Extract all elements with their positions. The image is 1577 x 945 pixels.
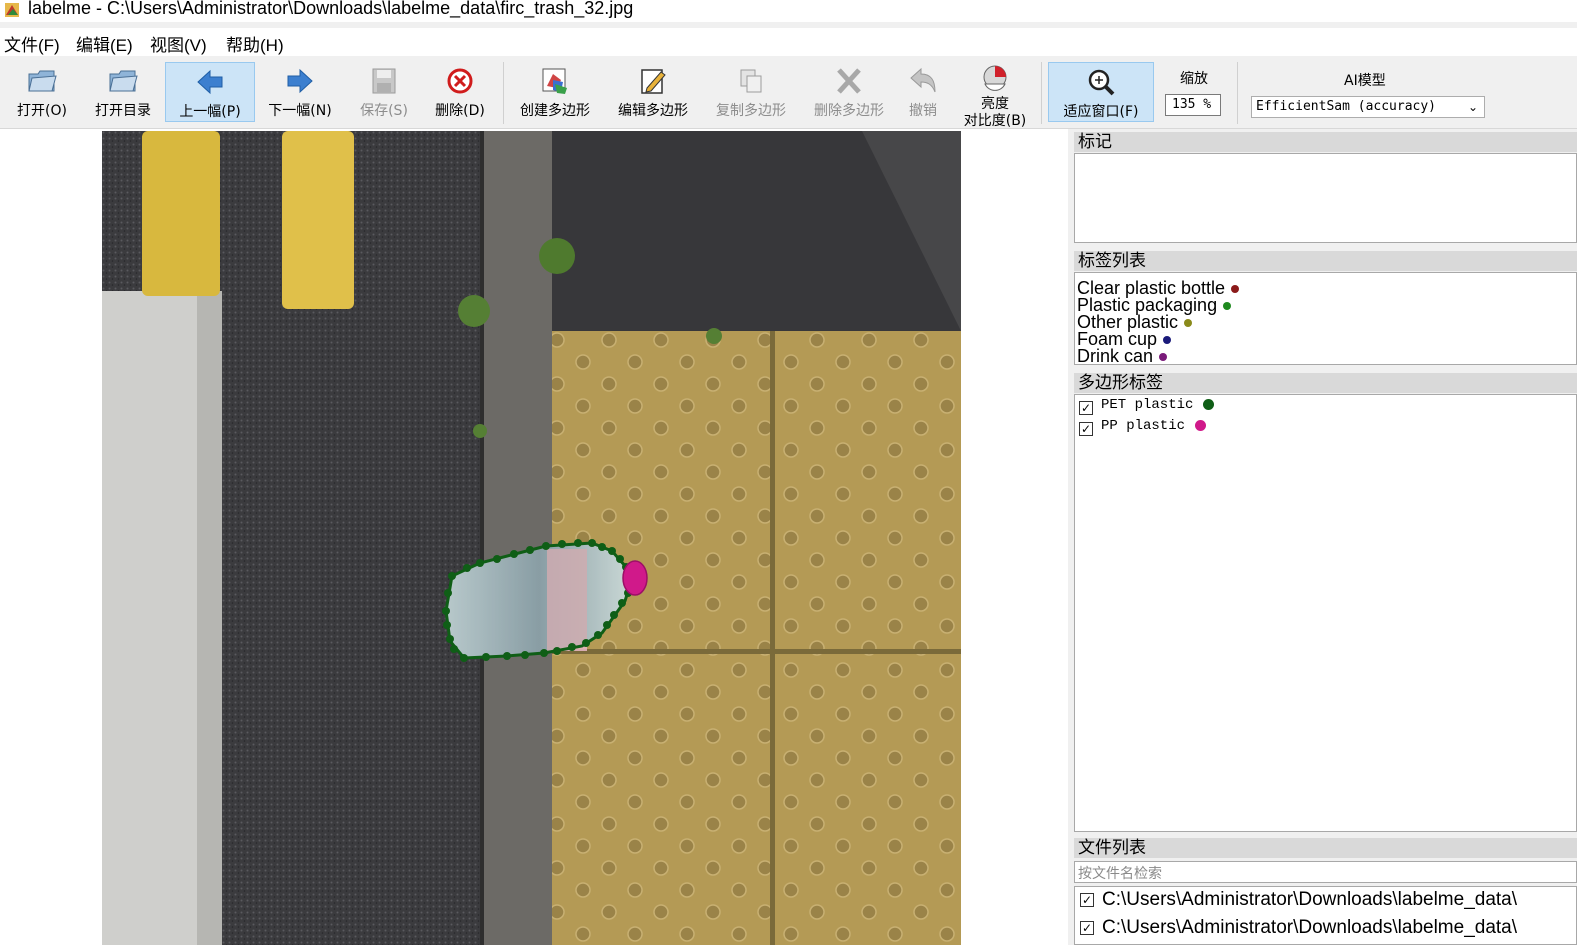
labelme-app-icon [5,3,19,17]
menu-edit[interactable]: 编辑(E) [76,31,133,56]
polygon-label-name: PP plastic [1101,418,1186,434]
menu-view[interactable]: 视图(V) [150,31,207,56]
file-checkbox[interactable]: ✓ [1080,893,1094,907]
arrow-left-icon [197,69,223,95]
ai-model-value: EfficientSam (accuracy) [1256,99,1437,114]
zoom-fit-icon [1088,69,1115,96]
edit-polygon-label: 编辑多边形 [618,103,688,119]
copy-icon [740,69,762,93]
title-bar: labelme - C:\Users\Administrator\Downloa… [0,0,1577,22]
file-list-panel-title: 文件列表 [1074,838,1577,858]
ai-model-select[interactable]: EfficientSam (accuracy) ⌄ [1251,96,1485,118]
file-path: C:\Users\Administrator\Downloads\labelme… [1102,889,1518,910]
photo-rendering [102,131,961,945]
edit-polygon-button[interactable]: 编辑多边形 [610,62,696,122]
delete-x-icon [837,68,861,94]
open-dir-button[interactable]: 打开目录 [88,62,158,122]
file-path: C:\Users\Administrator\Downloads\labelme… [1102,917,1518,938]
file-search-input[interactable]: 按文件名检索 [1074,861,1577,883]
undo-label: 撤销 [909,103,937,119]
fit-window-button[interactable]: 适应窗口(F) [1048,62,1154,122]
polygon-visible-checkbox[interactable]: ✓ [1079,422,1093,436]
zoom-label: 缩放 [1180,71,1208,87]
delete-polygon-button[interactable]: 删除多边形 [806,62,892,122]
delete-circle-icon [447,68,473,94]
toolbar: 打开(O) 打开目录 上一幅(P) 下一幅(N) 保存(S) 删除(D) 创建多… [0,58,1577,129]
delete-file-label: 删除(D) [435,103,485,119]
next-image-label: 下一幅(N) [268,103,332,119]
fit-window-label: 适应窗口(F) [1063,104,1139,120]
label-color-dot [1163,336,1172,345]
menu-file[interactable]: 文件(F) [4,31,60,56]
polygon-labels-panel-title: 多边形标签 [1074,373,1577,393]
create-polygon-label: 创建多边形 [520,103,590,119]
prev-image-label: 上一幅(P) [179,104,241,120]
window-title: labelme - C:\Users\Administrator\Downloa… [28,0,634,18]
next-image-button[interactable]: 下一幅(N) [262,62,338,122]
label-list-item[interactable]: Drink can [1077,346,1168,365]
save-label: 保存(S) [360,103,408,119]
polygon-labels-panel: ✓ PET plastic ✓ PP plastic [1074,394,1577,832]
chevron-down-icon: ⌄ [1467,100,1478,114]
toolbar-separator [1041,62,1042,124]
save-button[interactable]: 保存(S) [352,62,416,122]
undo-arrow-icon [910,67,936,93]
label-name: Drink can [1077,346,1154,365]
brightness-contrast-button[interactable]: 亮度 对比度(B) [956,62,1034,129]
copy-polygon-label: 复制多边形 [716,103,786,119]
edit-pencil-icon [641,69,666,94]
flags-panel-title: 标记 [1074,132,1577,152]
label-color-dot [1184,319,1193,328]
arrow-right-icon [287,68,313,94]
ai-model-label: AI模型 [1344,73,1386,89]
open-label: 打开(O) [17,103,67,119]
create-polygon-icon [542,68,567,94]
open-dir-icon [109,70,138,92]
brightness-icon [983,65,1007,91]
delete-polygon-label: 删除多边形 [814,103,884,119]
polygon-visible-checkbox[interactable]: ✓ [1079,401,1093,415]
pp-polygon[interactable] [622,560,648,596]
polygon-color-dot [1203,399,1214,410]
copy-polygon-button[interactable]: 复制多边形 [708,62,794,122]
delete-file-button[interactable]: 删除(D) [428,62,492,122]
label-color-dot [1223,302,1232,311]
open-folder-icon [28,70,57,92]
create-polygon-button[interactable]: 创建多边形 [512,62,598,122]
toolbar-separator [503,62,504,124]
brightness-label-line2: 对比度(B) [963,113,1027,129]
image-canvas[interactable] [0,129,1068,945]
zoom-spinbox[interactable]: 135 % [1165,94,1221,116]
open-button[interactable]: 打开(O) [10,62,74,122]
flags-panel [1074,153,1577,243]
street-photo [102,131,961,945]
polygon-color-dot [1195,420,1206,431]
label-list-panel-title: 标签列表 [1074,251,1577,271]
open-dir-label: 打开目录 [95,103,151,119]
label-color-dot [1159,353,1168,362]
menu-help[interactable]: 帮助(H) [226,31,284,56]
menu-bar: 文件(F) 编辑(E) 视图(V) 帮助(H) [0,28,1577,56]
prev-image-button[interactable]: 上一幅(P) [165,62,255,122]
brightness-label-line1: 亮度 [981,96,1009,112]
label-list-panel: Clear plastic bottle Plastic packaging O… [1074,272,1577,365]
file-checkbox[interactable]: ✓ [1080,921,1094,935]
toolbar-separator [1237,62,1238,124]
save-disk-icon [372,68,396,94]
brightness-label: 亮度 对比度(B) [956,96,1034,130]
polygon-label-name: PET plastic [1101,397,1194,413]
undo-button[interactable]: 撤销 [900,62,946,122]
file-list-panel: ✓ C:\Users\Administrator\Downloads\label… [1074,886,1577,945]
label-color-dot [1231,285,1240,294]
